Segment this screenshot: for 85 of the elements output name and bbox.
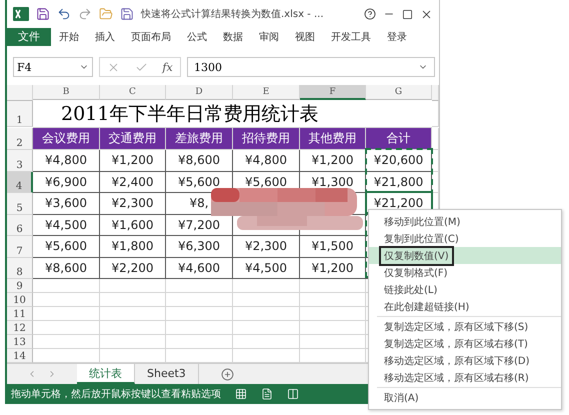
row-header[interactable]: 4 — [7, 172, 33, 193]
page-layout-icon[interactable] — [261, 388, 273, 400]
name-box[interactable]: F4 — [13, 57, 93, 77]
save-icon[interactable] — [36, 7, 50, 21]
menu-item[interactable]: 复制选定区域，原有区域下移(S) — [369, 318, 561, 335]
menu-item[interactable]: 仅复制数值(V) — [369, 247, 561, 264]
column-header[interactable]: F — [300, 85, 366, 100]
row-header[interactable]: 12 — [7, 321, 33, 335]
table-cell: ¥3,600 — [33, 193, 100, 214]
column-header[interactable]: C — [100, 85, 166, 100]
maximize-icon[interactable] — [402, 8, 413, 20]
ribbon-tab[interactable]: 公式 — [179, 30, 215, 44]
excel-logo-icon — [13, 7, 29, 21]
menu-item[interactable]: 链接此处(L) — [369, 281, 561, 298]
sheet-tab[interactable]: 统计表 — [77, 364, 135, 384]
menu-item[interactable]: 取消(A) — [369, 389, 561, 406]
row-header[interactable]: 3 — [7, 150, 33, 172]
column-heading: 交通费用 — [100, 128, 166, 150]
row-header[interactable]: 7 — [7, 236, 33, 258]
table-cell: ¥8,600 — [166, 150, 233, 172]
row-header[interactable]: 10 — [7, 293, 33, 307]
column-header[interactable]: D — [166, 85, 233, 100]
table-cell: ¥1,200 — [100, 150, 166, 172]
formula-field[interactable]: 1300 — [187, 57, 435, 77]
ribbon-tab[interactable]: 数据 — [215, 30, 251, 44]
table-cell: ¥4,500 — [33, 214, 100, 236]
row-header[interactable]: 1 — [7, 101, 33, 127]
undo-icon[interactable] — [57, 7, 71, 21]
table-cell: ¥2,400 — [100, 172, 166, 193]
ribbon-tab[interactable]: 开发工具 — [323, 30, 379, 44]
table-cell: ¥6,900 — [33, 172, 100, 193]
menu-item[interactable]: 在此创建超链接(H) — [369, 298, 561, 315]
table-cell: ¥5,600 — [33, 236, 100, 258]
menu-item[interactable]: 移动选定区域，原有区域下移(D) — [369, 352, 561, 369]
menu-item[interactable]: 移动到此位置(M) — [369, 213, 561, 230]
table-cell: ¥4,800 — [233, 150, 300, 172]
ribbon-tab[interactable]: 审阅 — [251, 30, 287, 44]
row-header[interactable]: 9 — [7, 279, 33, 293]
row-header[interactable]: 6 — [7, 214, 33, 236]
menu-item[interactable]: 复制到此位置(C) — [369, 230, 561, 247]
menu-item[interactable]: 复制选定区域，原有区域右移(T) — [369, 335, 561, 352]
column-heading: 会议费用 — [33, 128, 100, 150]
table-cell: ¥7,200 — [166, 214, 233, 236]
row-header[interactable]: 8 — [7, 258, 33, 279]
window-title: 快速将公式计算结果转换为数值.xlsx - ... — [141, 8, 325, 21]
sign-in-link[interactable]: 登录 — [379, 30, 415, 44]
redo-icon[interactable] — [78, 7, 92, 21]
ribbon-tab[interactable]: 页面布局 — [123, 30, 179, 44]
menu-item[interactable]: 移动选定区域，原有区域右移(R) — [369, 369, 561, 386]
add-sheet-icon[interactable] — [220, 368, 234, 380]
ribbon-tab[interactable]: 视图 — [287, 30, 323, 44]
row-header[interactable]: 5 — [7, 193, 33, 214]
table-cell: ¥6,300 — [166, 236, 233, 258]
column-heading: 差旅费用 — [166, 128, 233, 150]
column-header[interactable]: E — [233, 85, 300, 100]
table-cell: ¥1,800 — [100, 236, 166, 258]
row-header[interactable]: 11 — [7, 307, 33, 321]
table-cell: ¥1,600 — [100, 214, 166, 236]
column-header[interactable]: G — [366, 85, 432, 100]
column-heading: 合计 — [366, 128, 432, 150]
table-cell: ¥1,500 — [300, 236, 366, 258]
row-header[interactable]: 14 — [7, 349, 33, 363]
table-cell: ¥4,800 — [33, 150, 100, 172]
normal-view-icon[interactable] — [235, 388, 247, 400]
help-icon[interactable] — [364, 8, 376, 20]
table-cell: ¥2,300 — [100, 193, 166, 214]
file-tab[interactable]: 文件 — [7, 28, 51, 46]
status-message: 拖动单元格，然后放开鼠标按键以查看粘贴选项 — [11, 388, 221, 401]
insert-function-button[interactable]: fx — [162, 60, 173, 74]
save-as-icon[interactable] — [120, 7, 134, 21]
ribbon-tab[interactable]: 开始 — [51, 30, 87, 44]
column-heading: 招待费用 — [233, 128, 300, 150]
table-cell: ¥8,600 — [33, 258, 100, 279]
page-break-icon[interactable] — [287, 388, 299, 400]
table-cell: ¥2,300 — [233, 236, 300, 258]
menu-item[interactable]: 仅复制格式(F) — [369, 264, 561, 281]
table-cell: ¥4,500 — [233, 258, 300, 279]
table-cell: ¥2,200 — [100, 258, 166, 279]
column-header[interactable]: B — [33, 85, 100, 100]
row-header[interactable]: 13 — [7, 335, 33, 349]
row-header[interactable]: 2 — [7, 128, 33, 150]
table-cell: ¥1,200 — [300, 258, 366, 279]
column-heading: 其他费用 — [300, 128, 366, 150]
ribbon-tab[interactable]: 插入 — [87, 30, 123, 44]
table-cell: ¥4,600 — [166, 258, 233, 279]
